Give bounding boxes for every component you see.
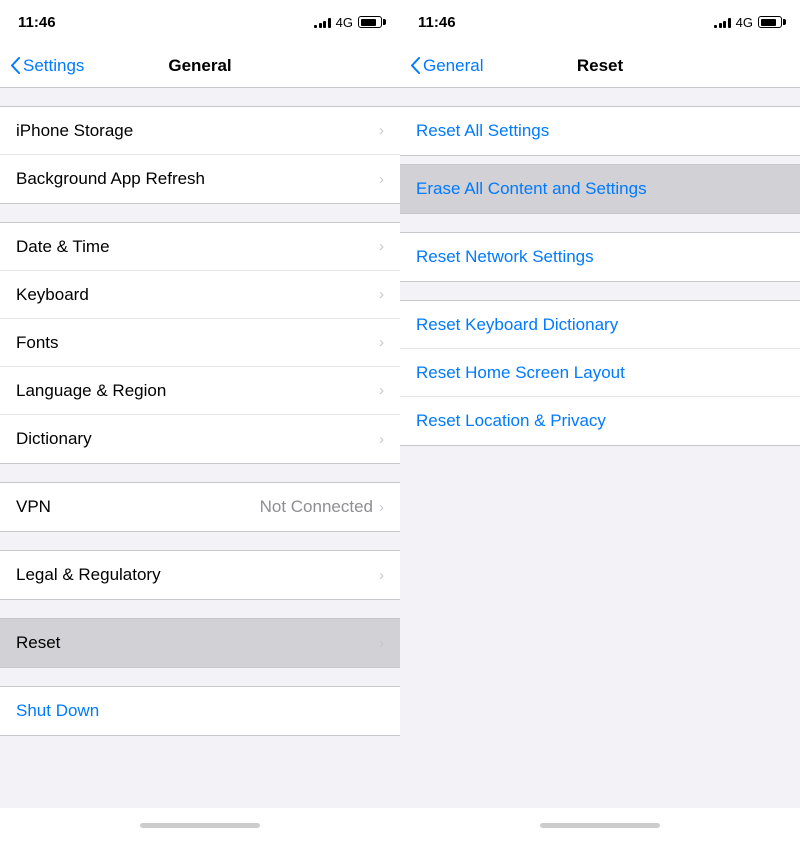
row-label-fonts: Fonts bbox=[16, 333, 379, 353]
chevron-icon-vpn: › bbox=[379, 499, 384, 516]
row-label-dictionary: Dictionary bbox=[16, 429, 379, 449]
status-time-left: 11:46 bbox=[18, 14, 56, 31]
chevron-icon-background-app-refresh: › bbox=[379, 171, 384, 188]
row-fonts[interactable]: Fonts › bbox=[0, 319, 400, 367]
row-label-reset-all-settings: Reset All Settings bbox=[416, 121, 784, 141]
row-background-app-refresh[interactable]: Background App Refresh › bbox=[0, 155, 400, 203]
row-reset-home-screen[interactable]: Reset Home Screen Layout bbox=[400, 349, 800, 397]
row-erase-all-content[interactable]: Erase All Content and Settings bbox=[400, 165, 800, 213]
row-label-language-region: Language & Region bbox=[16, 381, 379, 401]
status-time-right: 11:46 bbox=[418, 14, 456, 31]
nav-back-label-right: General bbox=[423, 56, 483, 76]
row-label-reset: Reset bbox=[16, 633, 379, 653]
right-content: Reset All Settings Erase All Content and… bbox=[400, 88, 800, 808]
chevron-left-icon bbox=[10, 57, 20, 74]
nav-bar-right: General Reset bbox=[400, 44, 800, 88]
settings-group-shutdown: Shut Down bbox=[0, 686, 400, 736]
reset-group-1: Reset All Settings bbox=[400, 106, 800, 156]
row-reset-network-settings[interactable]: Reset Network Settings bbox=[400, 233, 800, 281]
battery-icon-right bbox=[758, 16, 782, 28]
nav-back-label-left: Settings bbox=[23, 56, 84, 76]
chevron-icon-fonts: › bbox=[379, 334, 384, 351]
chevron-icon-keyboard: › bbox=[379, 286, 384, 303]
row-iphone-storage[interactable]: iPhone Storage › bbox=[0, 107, 400, 155]
settings-group-vpn: VPN Not Connected › bbox=[0, 482, 400, 532]
battery-icon-left bbox=[358, 16, 382, 28]
row-language-region[interactable]: Language & Region › bbox=[0, 367, 400, 415]
status-bar-left: 11:46 4G bbox=[0, 0, 400, 44]
row-legal-regulatory[interactable]: Legal & Regulatory › bbox=[0, 551, 400, 599]
signal-icon-left bbox=[314, 16, 331, 28]
settings-group-legal: Legal & Regulatory › bbox=[0, 550, 400, 600]
row-reset-all-settings[interactable]: Reset All Settings bbox=[400, 107, 800, 155]
settings-group-2: Date & Time › Keyboard › Fonts › Languag… bbox=[0, 222, 400, 464]
row-label-vpn: VPN bbox=[16, 497, 260, 517]
chevron-icon-date-time: › bbox=[379, 238, 384, 255]
settings-group-reset: Reset › bbox=[0, 618, 400, 668]
left-panel: 11:46 4G Settings General bbox=[0, 0, 400, 842]
right-panel: 11:46 4G General Reset bbox=[400, 0, 800, 842]
network-label-right: 4G bbox=[736, 15, 753, 30]
row-label-reset-keyboard-dictionary: Reset Keyboard Dictionary bbox=[416, 315, 784, 335]
status-icons-right: 4G bbox=[714, 15, 782, 30]
row-label-iphone-storage: iPhone Storage bbox=[16, 121, 379, 141]
chevron-left-icon-right bbox=[410, 57, 420, 74]
home-indicator-right bbox=[400, 808, 800, 842]
row-label-date-time: Date & Time bbox=[16, 237, 379, 257]
chevron-icon-reset: › bbox=[379, 635, 384, 652]
nav-back-right[interactable]: General bbox=[410, 56, 483, 76]
home-indicator-left bbox=[0, 808, 400, 842]
nav-back-left[interactable]: Settings bbox=[10, 56, 84, 76]
row-reset-location-privacy[interactable]: Reset Location & Privacy bbox=[400, 397, 800, 445]
row-reset-keyboard-dictionary[interactable]: Reset Keyboard Dictionary bbox=[400, 301, 800, 349]
row-reset[interactable]: Reset › bbox=[0, 619, 400, 667]
row-value-vpn: Not Connected bbox=[260, 497, 373, 517]
row-label-reset-location-privacy: Reset Location & Privacy bbox=[416, 411, 784, 431]
reset-group-2: Erase All Content and Settings bbox=[400, 164, 800, 214]
row-label-shut-down: Shut Down bbox=[16, 701, 384, 721]
home-bar-left bbox=[140, 823, 260, 828]
reset-group-3: Reset Network Settings bbox=[400, 232, 800, 282]
row-vpn[interactable]: VPN Not Connected › bbox=[0, 483, 400, 531]
settings-group-1: iPhone Storage › Background App Refresh … bbox=[0, 106, 400, 204]
chevron-icon-legal-regulatory: › bbox=[379, 567, 384, 584]
left-content: iPhone Storage › Background App Refresh … bbox=[0, 88, 400, 808]
home-bar-right bbox=[540, 823, 660, 828]
row-label-reset-network-settings: Reset Network Settings bbox=[416, 247, 784, 267]
chevron-icon-dictionary: › bbox=[379, 431, 384, 448]
row-label-legal-regulatory: Legal & Regulatory bbox=[16, 565, 379, 585]
row-shut-down[interactable]: Shut Down bbox=[0, 687, 400, 735]
row-label-keyboard: Keyboard bbox=[16, 285, 379, 305]
row-date-time[interactable]: Date & Time › bbox=[0, 223, 400, 271]
row-label-erase-all-content: Erase All Content and Settings bbox=[416, 179, 784, 199]
row-label-background-app-refresh: Background App Refresh bbox=[16, 169, 379, 189]
chevron-icon-language-region: › bbox=[379, 382, 384, 399]
network-label-left: 4G bbox=[336, 15, 353, 30]
chevron-icon-iphone-storage: › bbox=[379, 122, 384, 139]
signal-icon-right bbox=[714, 16, 731, 28]
status-icons-left: 4G bbox=[314, 15, 382, 30]
status-bar-right: 11:46 4G bbox=[400, 0, 800, 44]
nav-title-right: Reset bbox=[577, 56, 623, 76]
nav-bar-left: Settings General bbox=[0, 44, 400, 88]
row-dictionary[interactable]: Dictionary › bbox=[0, 415, 400, 463]
row-keyboard[interactable]: Keyboard › bbox=[0, 271, 400, 319]
reset-group-4: Reset Keyboard Dictionary Reset Home Scr… bbox=[400, 300, 800, 446]
row-label-reset-home-screen: Reset Home Screen Layout bbox=[416, 363, 784, 383]
nav-title-left: General bbox=[168, 56, 231, 76]
